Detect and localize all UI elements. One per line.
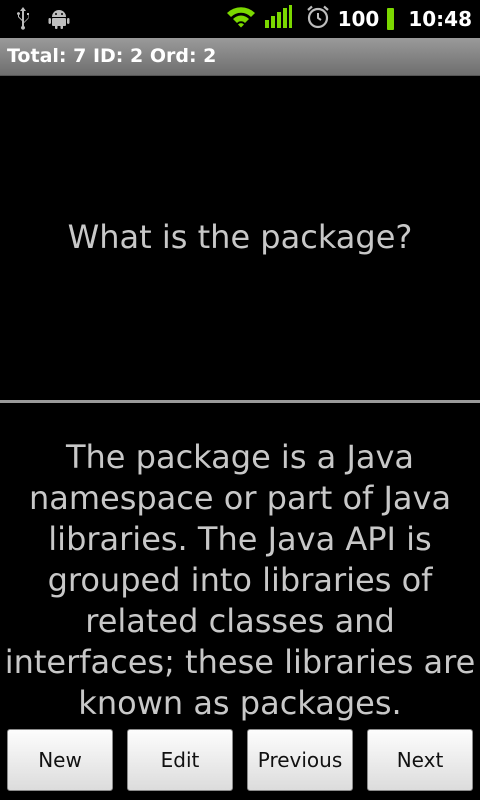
battery-icon [387,8,395,30]
previous-button[interactable]: Previous [247,729,353,791]
card-divider [0,400,480,403]
title-bar: Total: 7 ID: 2 Ord: 2 [0,38,480,76]
new-button[interactable]: New [7,729,113,791]
edit-button[interactable]: Edit [127,729,233,791]
button-row: New Edit Previous Next [0,729,480,793]
card-answer: The package is a Java namespace or part … [4,438,476,722]
android-debug-icon [48,7,70,33]
status-bar-system: 100 10:48 [226,0,472,38]
status-clock: 10:48 [408,7,472,31]
status-bar: 100 10:48 [0,0,480,38]
usb-icon [14,6,32,34]
app-screen: 100 10:48 Total: 7 ID: 2 Ord: 2 What is … [0,0,480,800]
alarm-icon [306,5,330,33]
card-question: What is the package? [67,218,413,256]
next-button[interactable]: Next [367,729,473,791]
card-counter-title: Total: 7 ID: 2 Ord: 2 [7,45,217,67]
wifi-icon [226,6,256,32]
signal-icon [264,5,292,33]
status-bar-notifications [14,6,70,34]
battery-level-text: 100 [337,7,380,31]
